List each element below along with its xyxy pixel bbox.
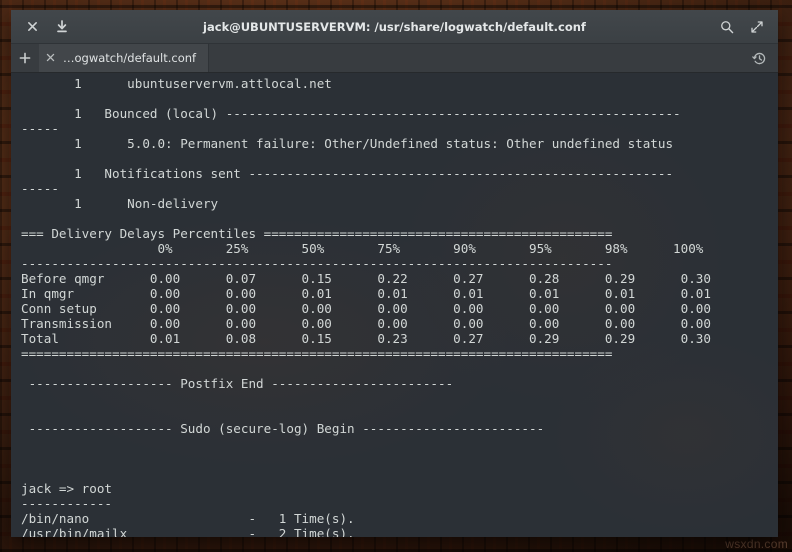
window-title: jack@UBUNTUSERVERVM: /usr/share/logwatch… — [203, 19, 586, 34]
terminal-window: jack@UBUNTUSERVERVM: /usr/share/logwatch… — [11, 10, 778, 537]
terminal-line: Transmission 0.00 0.00 0.00 0.00 0.00 0.… — [21, 316, 711, 331]
tab-title-label: …ogwatch/default.conf — [63, 51, 197, 65]
terminal-line: Total 0.01 0.08 0.15 0.23 0.27 0.29 0.29… — [21, 331, 711, 346]
terminal-line: ------------ — [21, 496, 112, 511]
history-button[interactable] — [748, 47, 770, 69]
terminal-line: ----------------------------------------… — [21, 256, 613, 271]
download-button[interactable] — [47, 14, 77, 40]
tab-close-button[interactable] — [46, 52, 55, 65]
close-icon — [46, 53, 55, 61]
terminal-line: ========================================… — [21, 346, 613, 361]
tab-bar-right-controls — [748, 44, 778, 72]
plus-icon — [19, 52, 31, 64]
terminal-screen[interactable]: 1 ubuntuservervm.attlocal.net 1 Bounced … — [11, 73, 778, 537]
search-button[interactable] — [712, 14, 742, 40]
search-icon — [721, 20, 734, 33]
terminal-line: /bin/nano - 1 Time(s). — [21, 511, 355, 526]
new-tab-button[interactable] — [11, 44, 39, 72]
terminal-line: 1 Non-delivery — [21, 196, 219, 211]
terminal-line: Before qmgr 0.00 0.07 0.15 0.22 0.27 0.2… — [21, 271, 711, 286]
title-bar: jack@UBUNTUSERVERVM: /usr/share/logwatch… — [11, 10, 778, 44]
watermark-text: wsxdn.com — [725, 537, 788, 551]
terminal-line: Conn setup 0.00 0.00 0.00 0.00 0.00 0.00… — [21, 301, 711, 316]
terminal-line: 1 5.0.0: Permanent failure: Other/Undefi… — [21, 136, 674, 151]
terminal-line: In qmgr 0.00 0.00 0.01 0.01 0.01 0.01 0.… — [21, 286, 711, 301]
close-window-button[interactable] — [17, 14, 47, 40]
close-icon — [27, 22, 37, 31]
terminal-line: ------------------- Postfix End --------… — [21, 376, 454, 391]
title-bar-right-controls — [712, 14, 772, 40]
tab-bar: …ogwatch/default.conf — [11, 44, 778, 73]
terminal-line: 0% 25% 50% 75% 90% 95% 98% 100% — [21, 241, 704, 256]
terminal-line: ------------------- Sudo (secure-log) Be… — [21, 421, 545, 436]
terminal-line: /usr/bin/mailx - 2 Time(s). — [21, 526, 355, 537]
terminal-line: 1 ubuntuservervm.attlocal.net — [21, 76, 332, 91]
terminal-line: ----- — [21, 181, 59, 196]
terminal-output[interactable]: 1 ubuntuservervm.attlocal.net 1 Bounced … — [11, 76, 778, 537]
terminal-line: 1 Notifications sent -------------------… — [21, 166, 674, 181]
history-icon — [751, 52, 765, 64]
terminal-line: === Delivery Delays Percentiles ========… — [21, 226, 613, 241]
expand-icon — [751, 20, 763, 33]
tab-default-conf[interactable]: …ogwatch/default.conf — [39, 44, 210, 72]
download-icon — [57, 20, 67, 33]
maximize-button[interactable] — [742, 14, 772, 40]
terminal-line: 1 Bounced (local) ----------------------… — [21, 106, 681, 121]
terminal-line: ----- — [21, 121, 59, 136]
terminal-line: jack => root — [21, 481, 112, 496]
